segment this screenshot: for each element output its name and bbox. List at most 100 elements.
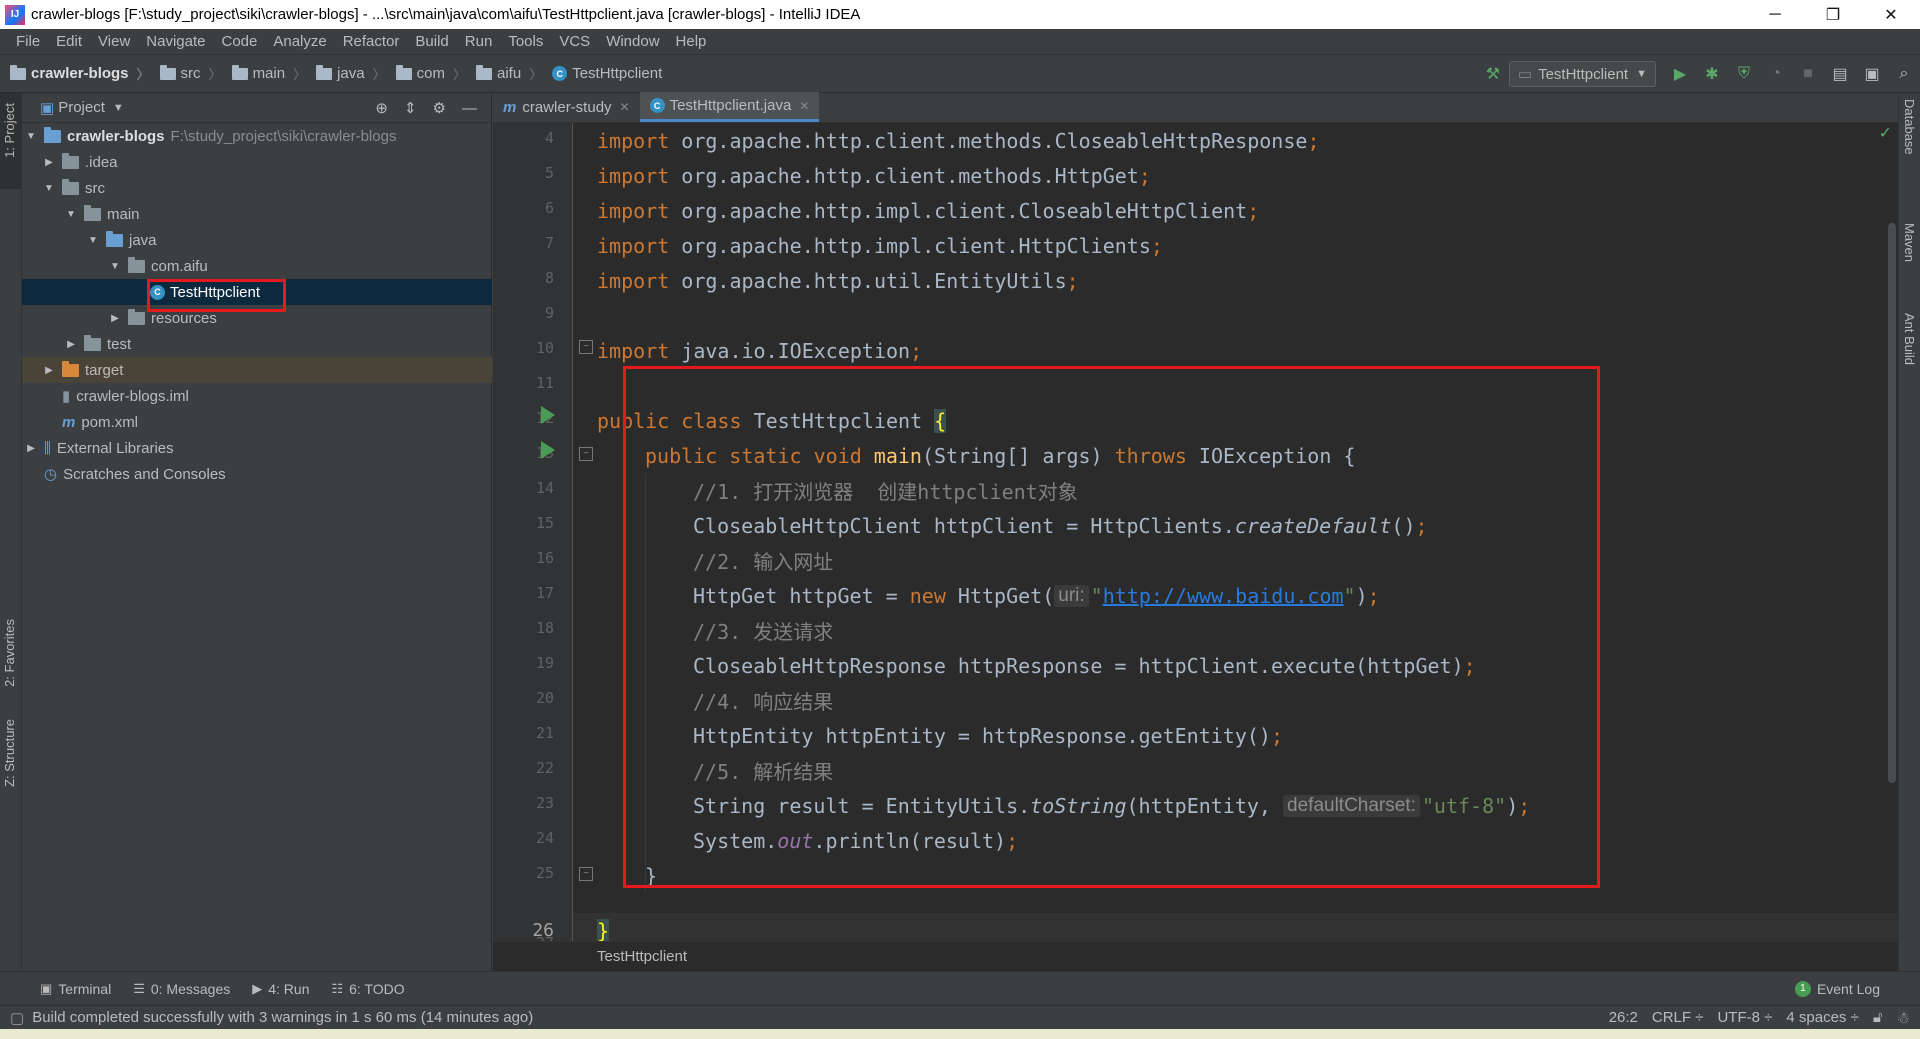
menu-run[interactable]: Run [457,33,501,50]
check-icon: ✓ [1878,125,1892,142]
tool-tab-database[interactable]: Database [1902,99,1917,155]
close-icon[interactable]: ✕ [620,100,630,114]
expand-arrow-icon[interactable]: ▼ [24,131,38,142]
minimize-button[interactable]: ─ [1746,0,1804,29]
event-log-tab[interactable]: 1 Event Log [1794,980,1880,997]
close-button[interactable]: ✕ [1862,0,1920,29]
debug-icon[interactable]: ✱ [1699,61,1725,87]
breadcrumb-com[interactable]: com 〉 [395,64,466,83]
menu-refactor[interactable]: Refactor [335,33,408,50]
tool-tab-favorites[interactable]: 2: Favorites [2,613,17,693]
caret-position[interactable]: 26:2 [1609,1009,1638,1026]
tree-item-iml[interactable]: ▮ crawler-blogs.iml [22,383,492,409]
tree-item-main[interactable]: ▼ main [22,201,492,227]
tree-item-external-libraries[interactable]: ▶ ⫼ External Libraries [22,435,492,461]
tree-item-com-aifu[interactable]: ▼ com.aifu [22,253,492,279]
scrollbar[interactable] [1888,223,1896,783]
project-panel-title[interactable]: Project [58,99,105,116]
hammer-icon[interactable]: ⚒ [1480,61,1506,87]
chevron-down-icon: ▼ [1636,68,1647,80]
breadcrumb-aifu[interactable]: aifu 〉 [476,64,542,83]
tool-tab-project[interactable]: 1: Project [2,97,17,164]
fold-icon[interactable]: − [579,340,593,354]
menu-code[interactable]: Code [213,33,265,50]
terminal-tab[interactable]: ▣ Terminal [40,981,111,997]
expand-arrow-icon[interactable]: ▼ [64,209,78,220]
breadcrumb-java[interactable]: java 〉 [316,64,386,83]
menu-tools[interactable]: Tools [500,33,551,50]
breadcrumb-project[interactable]: crawler-blogs 〉 [10,64,150,83]
expand-arrow-icon[interactable]: ▶ [108,313,122,324]
todo-tab[interactable]: ☷ 6: TODO [331,981,404,997]
expand-arrow-icon[interactable]: ▶ [42,365,56,376]
file-encoding[interactable]: UTF-8 ÷ [1717,1009,1772,1026]
tree-item-src[interactable]: ▼ src [22,175,492,201]
tree-item-crawler-blogs[interactable]: ▼ crawler-blogs F:\study_project\siki\cr… [22,123,492,149]
run-tab[interactable]: ▶ 4: Run [252,981,309,997]
chevron-down-icon[interactable]: ▼ [113,102,124,114]
expand-arrow-icon[interactable]: ▼ [42,183,56,194]
close-icon[interactable]: ✕ [799,99,809,113]
collapse-all-icon[interactable]: ⇕ [404,99,417,117]
tree-item-java[interactable]: ▼ java [22,227,492,253]
tab-testhttpclient[interactable]: C TestHttpclient.java ✕ [639,92,820,122]
locate-icon[interactable]: ⊕ [375,99,388,117]
restore-button[interactable]: ❐ [1804,0,1862,29]
menu-build[interactable]: Build [407,33,456,50]
menu-window[interactable]: Window [598,33,667,50]
tab-crawler-study[interactable]: m crawler-study ✕ [493,92,640,122]
menu-help[interactable]: Help [668,33,715,50]
tree-item-target[interactable]: ▶ target [22,357,492,383]
breadcrumb-main[interactable]: main 〉 [231,64,306,83]
search-icon[interactable]: ⌕ [1891,61,1917,87]
tree-item-idea[interactable]: ▶ .idea [22,149,492,175]
run-configuration-select[interactable]: ▭ TestHttpclient ▼ [1508,61,1656,87]
tree-item-label: Scratches and Consoles [63,465,226,483]
inspector-icon[interactable]: ☃︎ [1897,1009,1910,1027]
expand-arrow-icon[interactable]: ▼ [86,235,100,246]
semicolon: ; [1150,233,1163,258]
menu-vcs[interactable]: VCS [551,33,598,50]
coverage-icon[interactable]: ⛨ [1731,61,1757,87]
project-structure-icon[interactable]: ▤ [1827,61,1853,87]
indent-setting[interactable]: 4 spaces ÷ [1786,1009,1858,1026]
breadcrumb-src[interactable]: src 〉 [159,64,222,83]
line-number: 14 [535,479,554,497]
profile-icon[interactable]: ◔ [1763,61,1789,87]
breadcrumb-class[interactable]: C TestHttpclient [552,65,662,82]
menu-view[interactable]: View [90,33,138,50]
semicolon: ; [1247,198,1260,223]
menu-file[interactable]: File [8,33,48,50]
menu-navigate[interactable]: Navigate [138,33,213,50]
expand-arrow-icon[interactable]: ▶ [64,339,78,350]
tool-tab-ant[interactable]: Ant Build [1902,313,1917,365]
expand-arrow-icon[interactable]: ▶ [24,443,38,454]
lock-icon[interactable]: 🔓︎ [1873,1009,1883,1026]
menu-edit[interactable]: Edit [48,33,90,50]
stop-icon[interactable]: ■ [1795,61,1821,87]
run-gutter-icon[interactable] [541,406,555,424]
tree-item-scratches[interactable]: ◷ Scratches and Consoles [22,461,492,487]
line-separator[interactable]: CRLF ÷ [1652,1009,1704,1026]
code-editor[interactable]: 4 5 6 7 8 9 10 11 12 13 14 15 16 17 18 1… [493,123,1898,941]
tool-tab-maven[interactable]: Maven [1902,223,1917,262]
tool-tab-structure[interactable]: Z: Structure [2,713,17,793]
intellij-logo-icon: IJ [5,4,25,25]
run-icon[interactable]: ▶ [1667,61,1693,87]
run-gutter-icon[interactable] [541,441,555,459]
messages-tab[interactable]: ☰ 0: Messages [133,981,230,997]
sdk-icon[interactable]: ▣ [1859,61,1885,87]
footer-class-label[interactable]: TestHttpclient [597,948,687,965]
status-message[interactable]: ▢ Build completed successfully with 3 wa… [10,1009,533,1027]
gear-icon[interactable]: ⚙ [433,99,446,117]
expand-arrow-icon[interactable]: ▶ [42,157,56,168]
expand-arrow-icon[interactable]: ▼ [108,261,122,272]
line-number: 25 [535,864,554,882]
fold-icon[interactable]: − [579,447,593,461]
hide-icon[interactable]: — [462,100,477,117]
line-number: 4 [544,129,554,147]
tree-item-pom[interactable]: m pom.xml [22,409,492,435]
fold-icon[interactable]: − [579,867,593,881]
tree-item-test[interactable]: ▶ test [22,331,492,357]
menu-analyze[interactable]: Analyze [265,33,334,50]
